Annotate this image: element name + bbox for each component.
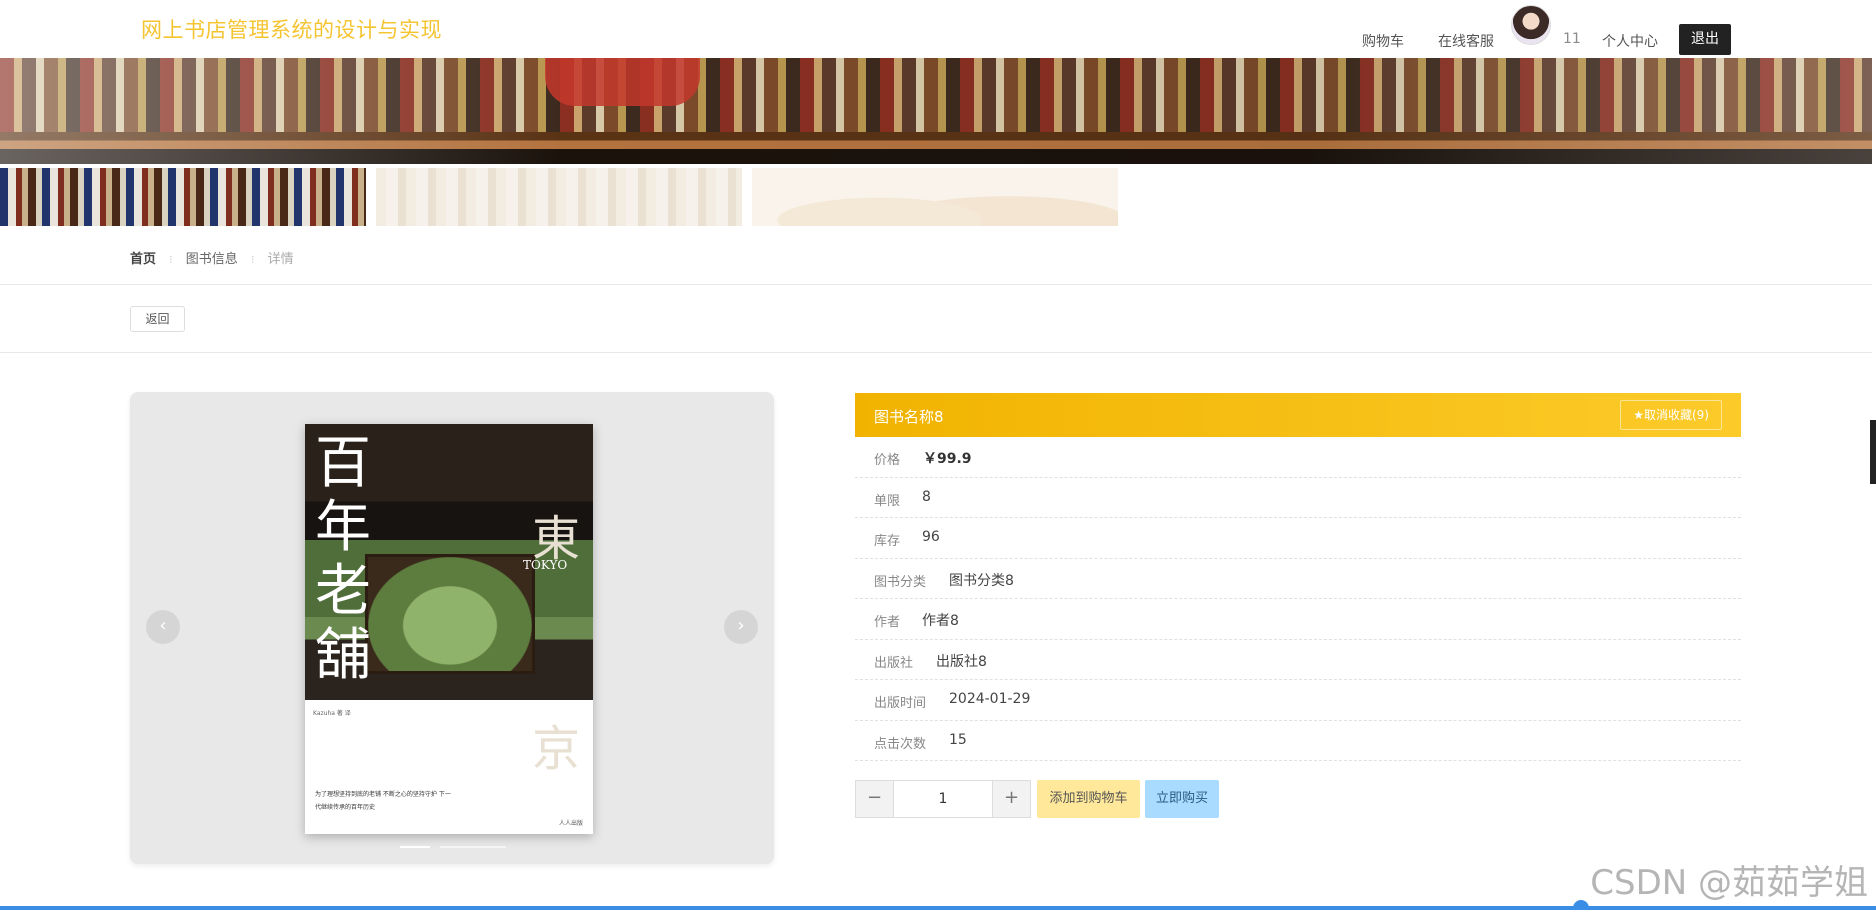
book-name: 图书名称8 bbox=[874, 408, 944, 426]
clicks-value: 15 bbox=[949, 731, 967, 748]
book-cover-title-right: 東京 bbox=[531, 511, 580, 777]
carousel-indicator-1[interactable] bbox=[400, 846, 430, 848]
user-avatar[interactable] bbox=[1511, 5, 1551, 45]
quantity-increase-button[interactable]: + bbox=[992, 781, 1030, 817]
book-cover-subtitle: TOKYO bbox=[523, 558, 568, 572]
publisher-value: 出版社8 bbox=[936, 653, 987, 670]
bottom-slider-handle[interactable] bbox=[1573, 900, 1589, 910]
info-row-stock: 库存 96 bbox=[855, 518, 1741, 559]
book-cover-window bbox=[365, 554, 535, 674]
breadcrumb: 首页 ⁝ 图书信息 ⁝ 详情 bbox=[130, 248, 294, 267]
book-detail-header: 图书名称8 ★取消收藏(9) bbox=[855, 393, 1741, 437]
book-cover-title: 百年老舖 bbox=[315, 431, 371, 688]
profile-link[interactable]: 个人中心 bbox=[1602, 31, 1658, 51]
info-row-author: 作者 作者8 bbox=[855, 599, 1741, 640]
price-value: ￥99.9 bbox=[923, 451, 972, 467]
publish-date-value: 2024-01-29 bbox=[949, 691, 1031, 707]
book-cover-author: Kazuha 著 译 bbox=[313, 710, 351, 717]
carousel-indicator-2[interactable] bbox=[440, 846, 506, 848]
info-label: 库存 bbox=[874, 534, 901, 549]
quantity-stepper: − + bbox=[855, 780, 1031, 818]
top-bar: 网上书店管理系统的设计与实现 购物车 在线客服 11 个人中心 退出 bbox=[0, 0, 1876, 58]
banner-thumbnail-1[interactable] bbox=[0, 168, 366, 226]
stock-value: 96 bbox=[922, 529, 940, 545]
divider bbox=[0, 284, 1872, 285]
breadcrumb-current: 详情 bbox=[267, 252, 294, 267]
online-service-link[interactable]: 在线客服 bbox=[1438, 31, 1494, 51]
info-label: 图书分类 bbox=[874, 574, 927, 590]
banner-overlay bbox=[0, 58, 1872, 164]
banner-image[interactable] bbox=[0, 58, 1872, 164]
breadcrumb-book-info[interactable]: 图书信息 bbox=[186, 248, 238, 267]
back-button[interactable]: 返回 bbox=[130, 306, 185, 332]
info-label: 作者 bbox=[874, 615, 901, 630]
breadcrumb-separator: ⁝ bbox=[250, 253, 255, 266]
book-cover-publisher: 人人出版 bbox=[558, 820, 583, 827]
info-row-clicks: 点击次数 15 bbox=[855, 721, 1741, 761]
info-row-publish-date: 出版时间 2024-01-29 bbox=[855, 680, 1741, 721]
breadcrumb-separator: ⁝ bbox=[169, 253, 173, 266]
limit-value: 8 bbox=[922, 488, 931, 505]
scrollbar-thumb[interactable] bbox=[1870, 420, 1876, 484]
book-cover-image: 百年老舖 東京 TOKYO Kazuha 著 译 为了理想坚持到底的老铺 不断之… bbox=[305, 424, 593, 834]
info-row-limit: 单限 8 bbox=[855, 478, 1741, 518]
quantity-decrease-button[interactable]: − bbox=[856, 781, 894, 817]
banner-thumbnail-2[interactable] bbox=[376, 168, 742, 226]
site-title[interactable]: 网上书店管理系统的设计与实现 bbox=[141, 14, 442, 44]
unfavorite-button[interactable]: ★取消收藏(9) bbox=[1620, 400, 1722, 430]
book-cover-blurb: 为了理想坚持到底的老铺 不断之心的坚持守护 下一代继续传承的百年历史 bbox=[315, 791, 451, 811]
info-label: 出版时间 bbox=[874, 696, 927, 711]
info-row-price: 价格 ￥99.9 bbox=[855, 437, 1741, 478]
info-label: 点击次数 bbox=[874, 736, 927, 752]
banner-thumbnail-3[interactable] bbox=[752, 168, 1118, 226]
book-detail-panel: 图书名称8 ★取消收藏(9) 价格 ￥99.9 单限 8 库存 96 图书分类 … bbox=[855, 393, 1741, 761]
username-label[interactable]: 11 bbox=[1563, 31, 1581, 47]
divider bbox=[0, 352, 1872, 353]
bottom-progress-line bbox=[0, 906, 1876, 910]
info-label: 单限 bbox=[874, 493, 901, 509]
carousel-next-icon[interactable]: › bbox=[724, 610, 758, 644]
breadcrumb-home[interactable]: 首页 bbox=[130, 248, 156, 267]
info-label: 价格 bbox=[874, 453, 901, 468]
info-label: 出版社 bbox=[874, 655, 914, 671]
cart-link[interactable]: 购物车 bbox=[1362, 31, 1404, 51]
author-value: 作者8 bbox=[922, 613, 959, 629]
buy-now-button[interactable]: 立即购买 bbox=[1145, 780, 1219, 818]
carousel-prev-icon[interactable]: ‹ bbox=[146, 610, 180, 644]
quantity-input[interactable] bbox=[894, 781, 992, 817]
info-row-publisher: 出版社 出版社8 bbox=[855, 640, 1741, 680]
add-to-cart-button[interactable]: 添加到购物车 bbox=[1037, 780, 1140, 818]
logout-button[interactable]: 退出 bbox=[1679, 24, 1731, 55]
info-row-category: 图书分类 图书分类8 bbox=[855, 559, 1741, 599]
category-value: 图书分类8 bbox=[949, 572, 1014, 589]
watermark: CSDN @茹茹学姐 bbox=[1590, 863, 1868, 903]
book-image-carousel: 百年老舖 東京 TOKYO Kazuha 著 译 为了理想坚持到底的老铺 不断之… bbox=[130, 392, 774, 864]
